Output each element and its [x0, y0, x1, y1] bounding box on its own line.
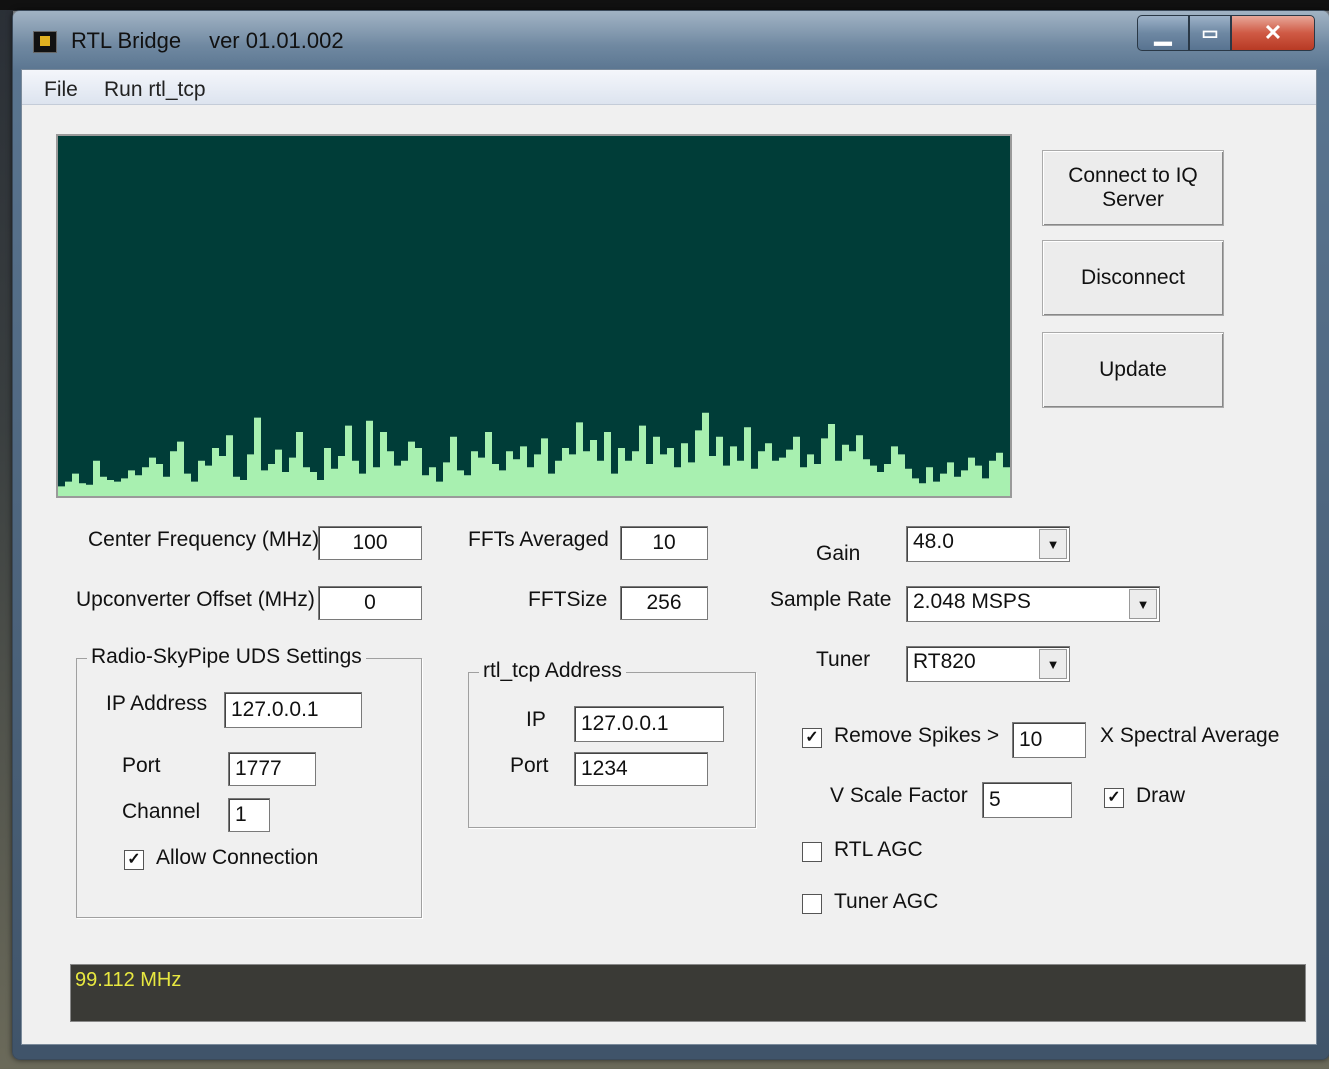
spectrum-plot [58, 412, 1010, 496]
uds-port-label: Port [122, 754, 161, 777]
sample-rate-value: 2.048 MSPS [913, 590, 1031, 613]
check-icon: ✓ [127, 851, 141, 868]
window-version: ver 01.01.002 [209, 28, 344, 53]
disconnect-button[interactable]: Disconnect [1042, 240, 1224, 316]
ffts-averaged-input[interactable]: 10 [620, 526, 708, 560]
check-icon: ✓ [805, 729, 819, 746]
update-button[interactable]: Update [1042, 332, 1224, 408]
allow-connection-label: Allow Connection [156, 846, 319, 869]
maximize-icon: ▭ [1201, 22, 1219, 43]
uds-channel-input[interactable]: 1 [228, 798, 270, 832]
rtl-agc-label: RTL AGC [834, 838, 923, 861]
chevron-down-icon[interactable]: ▼ [1039, 649, 1067, 679]
minimize-icon: ▁ [1154, 20, 1172, 45]
rtl-agc-checkbox[interactable] [802, 842, 822, 862]
upconverter-offset-label: Upconverter Offset (MHz) [76, 588, 315, 611]
tuner-agc-checkbox[interactable] [802, 894, 822, 914]
uds-settings-legend: Radio-SkyPipe UDS Settings [87, 645, 366, 669]
app-icon [33, 31, 57, 53]
window-controls: ▁ ▭ ✕ [1137, 15, 1315, 51]
center-frequency-input[interactable]: 100 [318, 526, 422, 560]
rtl-tcp-address-legend: rtl_tcp Address [479, 659, 626, 683]
sample-rate-select[interactable]: 2.048 MSPS ▼ [906, 586, 1160, 622]
minimize-button[interactable]: ▁ [1137, 15, 1189, 51]
uds-ip-label: IP Address [106, 692, 208, 715]
ffts-averaged-label: FFTs Averaged [468, 528, 609, 551]
title-bar[interactable]: RTL Bridge ver 01.01.002 ▁ ▭ ✕ [13, 11, 1329, 69]
status-frequency: 99.112 MHz [75, 969, 182, 991]
tuner-select[interactable]: RT820 ▼ [906, 646, 1070, 682]
close-button[interactable]: ✕ [1231, 15, 1315, 51]
sample-rate-label: Sample Rate [770, 588, 892, 611]
spectrum-display [56, 134, 1012, 498]
remove-spikes-checkbox[interactable]: ✓ [802, 728, 822, 748]
allow-connection-checkbox[interactable]: ✓ [124, 850, 144, 870]
connect-button[interactable]: Connect to IQ Server [1042, 150, 1224, 226]
rtl-tcp-port-input[interactable]: 1234 [574, 752, 708, 786]
tuner-value: RT820 [913, 650, 976, 673]
tuner-agc-label: Tuner AGC [834, 890, 939, 913]
uds-port-input[interactable]: 1777 [228, 752, 316, 786]
tuner-label: Tuner [816, 648, 871, 671]
window-title: RTL Bridge ver 01.01.002 [71, 28, 344, 54]
rtl-tcp-address-group: rtl_tcp Address [468, 659, 756, 828]
draw-checkbox[interactable]: ✓ [1104, 788, 1124, 808]
spectral-average-label: X Spectral Average [1100, 724, 1280, 747]
menu-run-rtl-tcp[interactable]: Run rtl_tcp [104, 78, 206, 102]
close-icon: ✕ [1263, 20, 1283, 45]
v-scale-factor-label: V Scale Factor [830, 784, 968, 807]
fft-size-label: FFTSize [528, 588, 608, 611]
menu-bar: File Run rtl_tcp [22, 70, 1316, 105]
draw-label: Draw [1136, 784, 1186, 807]
menu-file[interactable]: File [44, 78, 78, 102]
upconverter-offset-input[interactable]: 0 [318, 586, 422, 620]
chevron-down-icon[interactable]: ▼ [1129, 589, 1157, 619]
desktop-strip [0, 0, 1329, 10]
maximize-button[interactable]: ▭ [1189, 15, 1231, 51]
uds-channel-label: Channel [122, 800, 201, 823]
chevron-down-icon[interactable]: ▼ [1039, 529, 1067, 559]
window-title-name: RTL Bridge [71, 28, 182, 53]
rtl-tcp-ip-input[interactable]: 127.0.0.1 [574, 706, 724, 742]
rtl-tcp-ip-label: IP [526, 708, 546, 731]
gain-select[interactable]: 48.0 ▼ [906, 526, 1070, 562]
app-window: RTL Bridge ver 01.01.002 ▁ ▭ ✕ File Run r… [12, 10, 1329, 1060]
check-icon: ✓ [1107, 789, 1121, 806]
v-scale-factor-input[interactable]: 5 [982, 782, 1072, 818]
rtl-tcp-port-label: Port [510, 754, 549, 777]
center-frequency-label: Center Frequency (MHz) [88, 528, 320, 551]
remove-spikes-label: Remove Spikes > [834, 724, 1000, 747]
gain-label: Gain [816, 542, 861, 565]
uds-ip-input[interactable]: 127.0.0.1 [224, 692, 362, 728]
status-bar: 99.112 MHz [70, 964, 1306, 1022]
spectrum-trace [58, 412, 1010, 496]
gain-value: 48.0 [913, 530, 954, 553]
remove-spikes-input[interactable]: 10 [1012, 722, 1086, 758]
client-area: File Run rtl_tcp Connect to IQ Server Di… [21, 69, 1317, 1045]
fft-size-input[interactable]: 256 [620, 586, 708, 620]
